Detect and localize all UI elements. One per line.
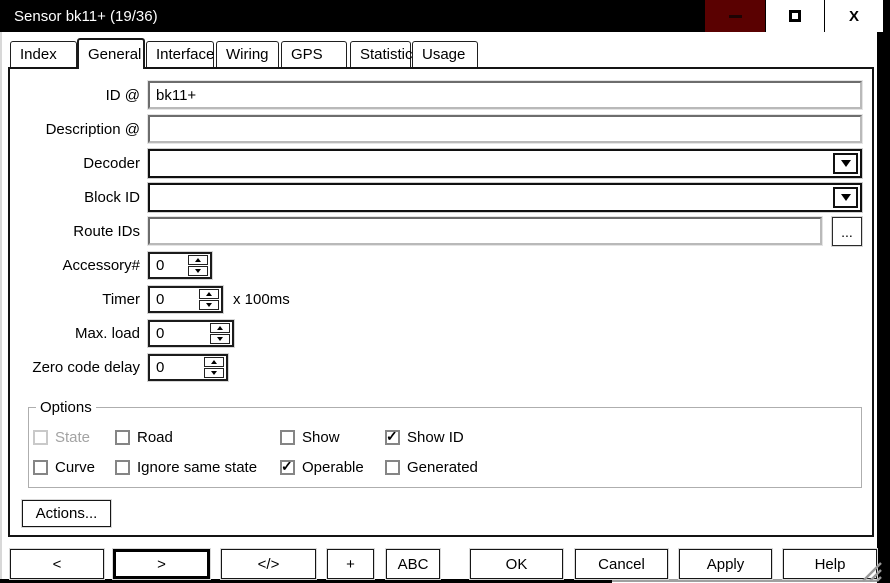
id-input[interactable] bbox=[150, 83, 860, 107]
spin-down-button[interactable] bbox=[204, 368, 224, 378]
chevron-down-icon bbox=[840, 160, 851, 167]
zero-code-delay-spinner[interactable]: 0 bbox=[148, 354, 228, 381]
checkbox-operable[interactable]: Operable bbox=[280, 458, 364, 476]
window-title: Sensor bk11+ (19/36) bbox=[14, 7, 158, 25]
chevron-down-icon bbox=[211, 371, 217, 375]
description-input[interactable] bbox=[150, 117, 860, 141]
description-label: Description @ bbox=[45, 120, 140, 138]
checkbox-box bbox=[33, 459, 48, 475]
id-field-frame bbox=[148, 81, 862, 109]
route-ids-field-frame bbox=[148, 217, 822, 245]
close-icon: X bbox=[848, 7, 859, 25]
actions-button[interactable]: Actions... bbox=[22, 500, 111, 527]
timer-units-label: x 100ms bbox=[233, 291, 290, 308]
close-button[interactable]: X bbox=[825, 0, 883, 32]
checkbox-box bbox=[385, 459, 400, 475]
prev-button[interactable]: < bbox=[10, 549, 104, 579]
chevron-up-icon bbox=[195, 258, 201, 262]
chevron-down-icon bbox=[217, 337, 223, 341]
block-id-combobox[interactable] bbox=[148, 183, 862, 212]
checkbox-curve[interactable]: Curve bbox=[33, 458, 95, 476]
chevron-down-icon bbox=[206, 303, 212, 307]
chevron-up-icon bbox=[211, 360, 217, 364]
sensor-dialog-window: Sensor bk11+ (19/36) X Index General Int… bbox=[0, 0, 890, 583]
decoder-combobox[interactable] bbox=[148, 149, 862, 178]
next-button[interactable]: > bbox=[113, 549, 210, 579]
route-ids-input[interactable] bbox=[150, 219, 820, 243]
maximize-button[interactable] bbox=[766, 0, 824, 32]
abc-button[interactable]: ABC bbox=[386, 549, 440, 579]
minimize-button[interactable] bbox=[705, 0, 765, 32]
spin-up-button[interactable] bbox=[199, 289, 219, 299]
checkbox-road[interactable]: Road bbox=[115, 428, 173, 446]
checkbox-box bbox=[115, 459, 130, 475]
id-label: ID @ bbox=[105, 86, 140, 104]
route-ids-label: Route IDs bbox=[73, 222, 140, 240]
block-id-dropdown-button[interactable] bbox=[833, 187, 858, 208]
minimize-icon bbox=[728, 14, 742, 18]
max-load-value: 0 bbox=[156, 325, 165, 342]
xml-button[interactable]: </> bbox=[221, 549, 316, 579]
checkbox-box bbox=[115, 429, 130, 445]
checkbox-box bbox=[33, 429, 48, 445]
decoder-label: Decoder bbox=[83, 155, 140, 172]
tab-index[interactable]: Index bbox=[10, 41, 77, 67]
chevron-up-icon bbox=[217, 326, 223, 330]
checkbox-state[interactable]: State bbox=[33, 428, 90, 446]
chevron-down-icon bbox=[840, 194, 851, 201]
tab-usage[interactable]: Usage bbox=[412, 41, 478, 67]
checkbox-box bbox=[385, 428, 400, 445]
accessory-spinner[interactable]: 0 bbox=[148, 252, 212, 279]
timer-label: Timer bbox=[102, 291, 140, 308]
window-left-edge bbox=[0, 32, 2, 583]
route-ids-browse-button[interactable]: ... bbox=[832, 217, 862, 246]
cancel-button[interactable]: Cancel bbox=[575, 549, 668, 579]
accessory-value: 0 bbox=[156, 257, 165, 274]
timer-spinner[interactable]: 0 bbox=[148, 286, 223, 313]
ok-button[interactable]: OK bbox=[470, 549, 563, 579]
description-field-frame bbox=[148, 115, 862, 143]
tab-general[interactable]: General bbox=[77, 38, 145, 69]
window-right-edge bbox=[877, 0, 890, 583]
checkbox-show-id[interactable]: Show ID bbox=[385, 428, 464, 446]
window-bottom-edge-light bbox=[612, 579, 877, 582]
spin-down-button[interactable] bbox=[199, 300, 219, 310]
spin-down-button[interactable] bbox=[210, 334, 230, 344]
chevron-up-icon bbox=[206, 292, 212, 296]
spin-up-button[interactable] bbox=[188, 255, 208, 265]
resize-grip-icon[interactable] bbox=[858, 558, 882, 582]
tab-wiring[interactable]: Wiring bbox=[216, 41, 279, 67]
zero-code-delay-label: Zero code delay bbox=[32, 359, 140, 376]
titlebar[interactable]: Sensor bk11+ (19/36) X bbox=[0, 0, 890, 32]
options-groupbox-title: Options bbox=[36, 399, 96, 416]
checkbox-generated[interactable]: Generated bbox=[385, 458, 478, 476]
tab-interface[interactable]: Interface bbox=[146, 41, 214, 67]
max-load-spinner[interactable]: 0 bbox=[148, 320, 234, 347]
checkbox-show[interactable]: Show bbox=[280, 428, 340, 446]
zero-code-delay-value: 0 bbox=[156, 359, 165, 376]
tab-statistic[interactable]: Statistic bbox=[350, 41, 413, 67]
chevron-down-icon bbox=[195, 269, 201, 273]
decoder-dropdown-button[interactable] bbox=[833, 153, 858, 174]
accessory-label: Accessory# bbox=[62, 257, 140, 274]
spin-up-button[interactable] bbox=[204, 357, 224, 367]
timer-value: 0 bbox=[156, 291, 165, 308]
add-button[interactable]: + bbox=[327, 549, 374, 579]
block-id-label: Block ID bbox=[84, 189, 140, 206]
checkbox-box bbox=[280, 429, 295, 445]
checkbox-ignore-same-state[interactable]: Ignore same state bbox=[115, 458, 257, 476]
tab-gps[interactable]: GPS bbox=[281, 41, 347, 67]
max-load-label: Max. load bbox=[74, 325, 140, 342]
spin-down-button[interactable] bbox=[188, 266, 208, 276]
maximize-icon bbox=[789, 10, 801, 22]
window-bottom-edge bbox=[0, 579, 612, 583]
checkbox-box bbox=[280, 458, 295, 475]
spin-up-button[interactable] bbox=[210, 323, 230, 333]
apply-button[interactable]: Apply bbox=[679, 549, 772, 579]
